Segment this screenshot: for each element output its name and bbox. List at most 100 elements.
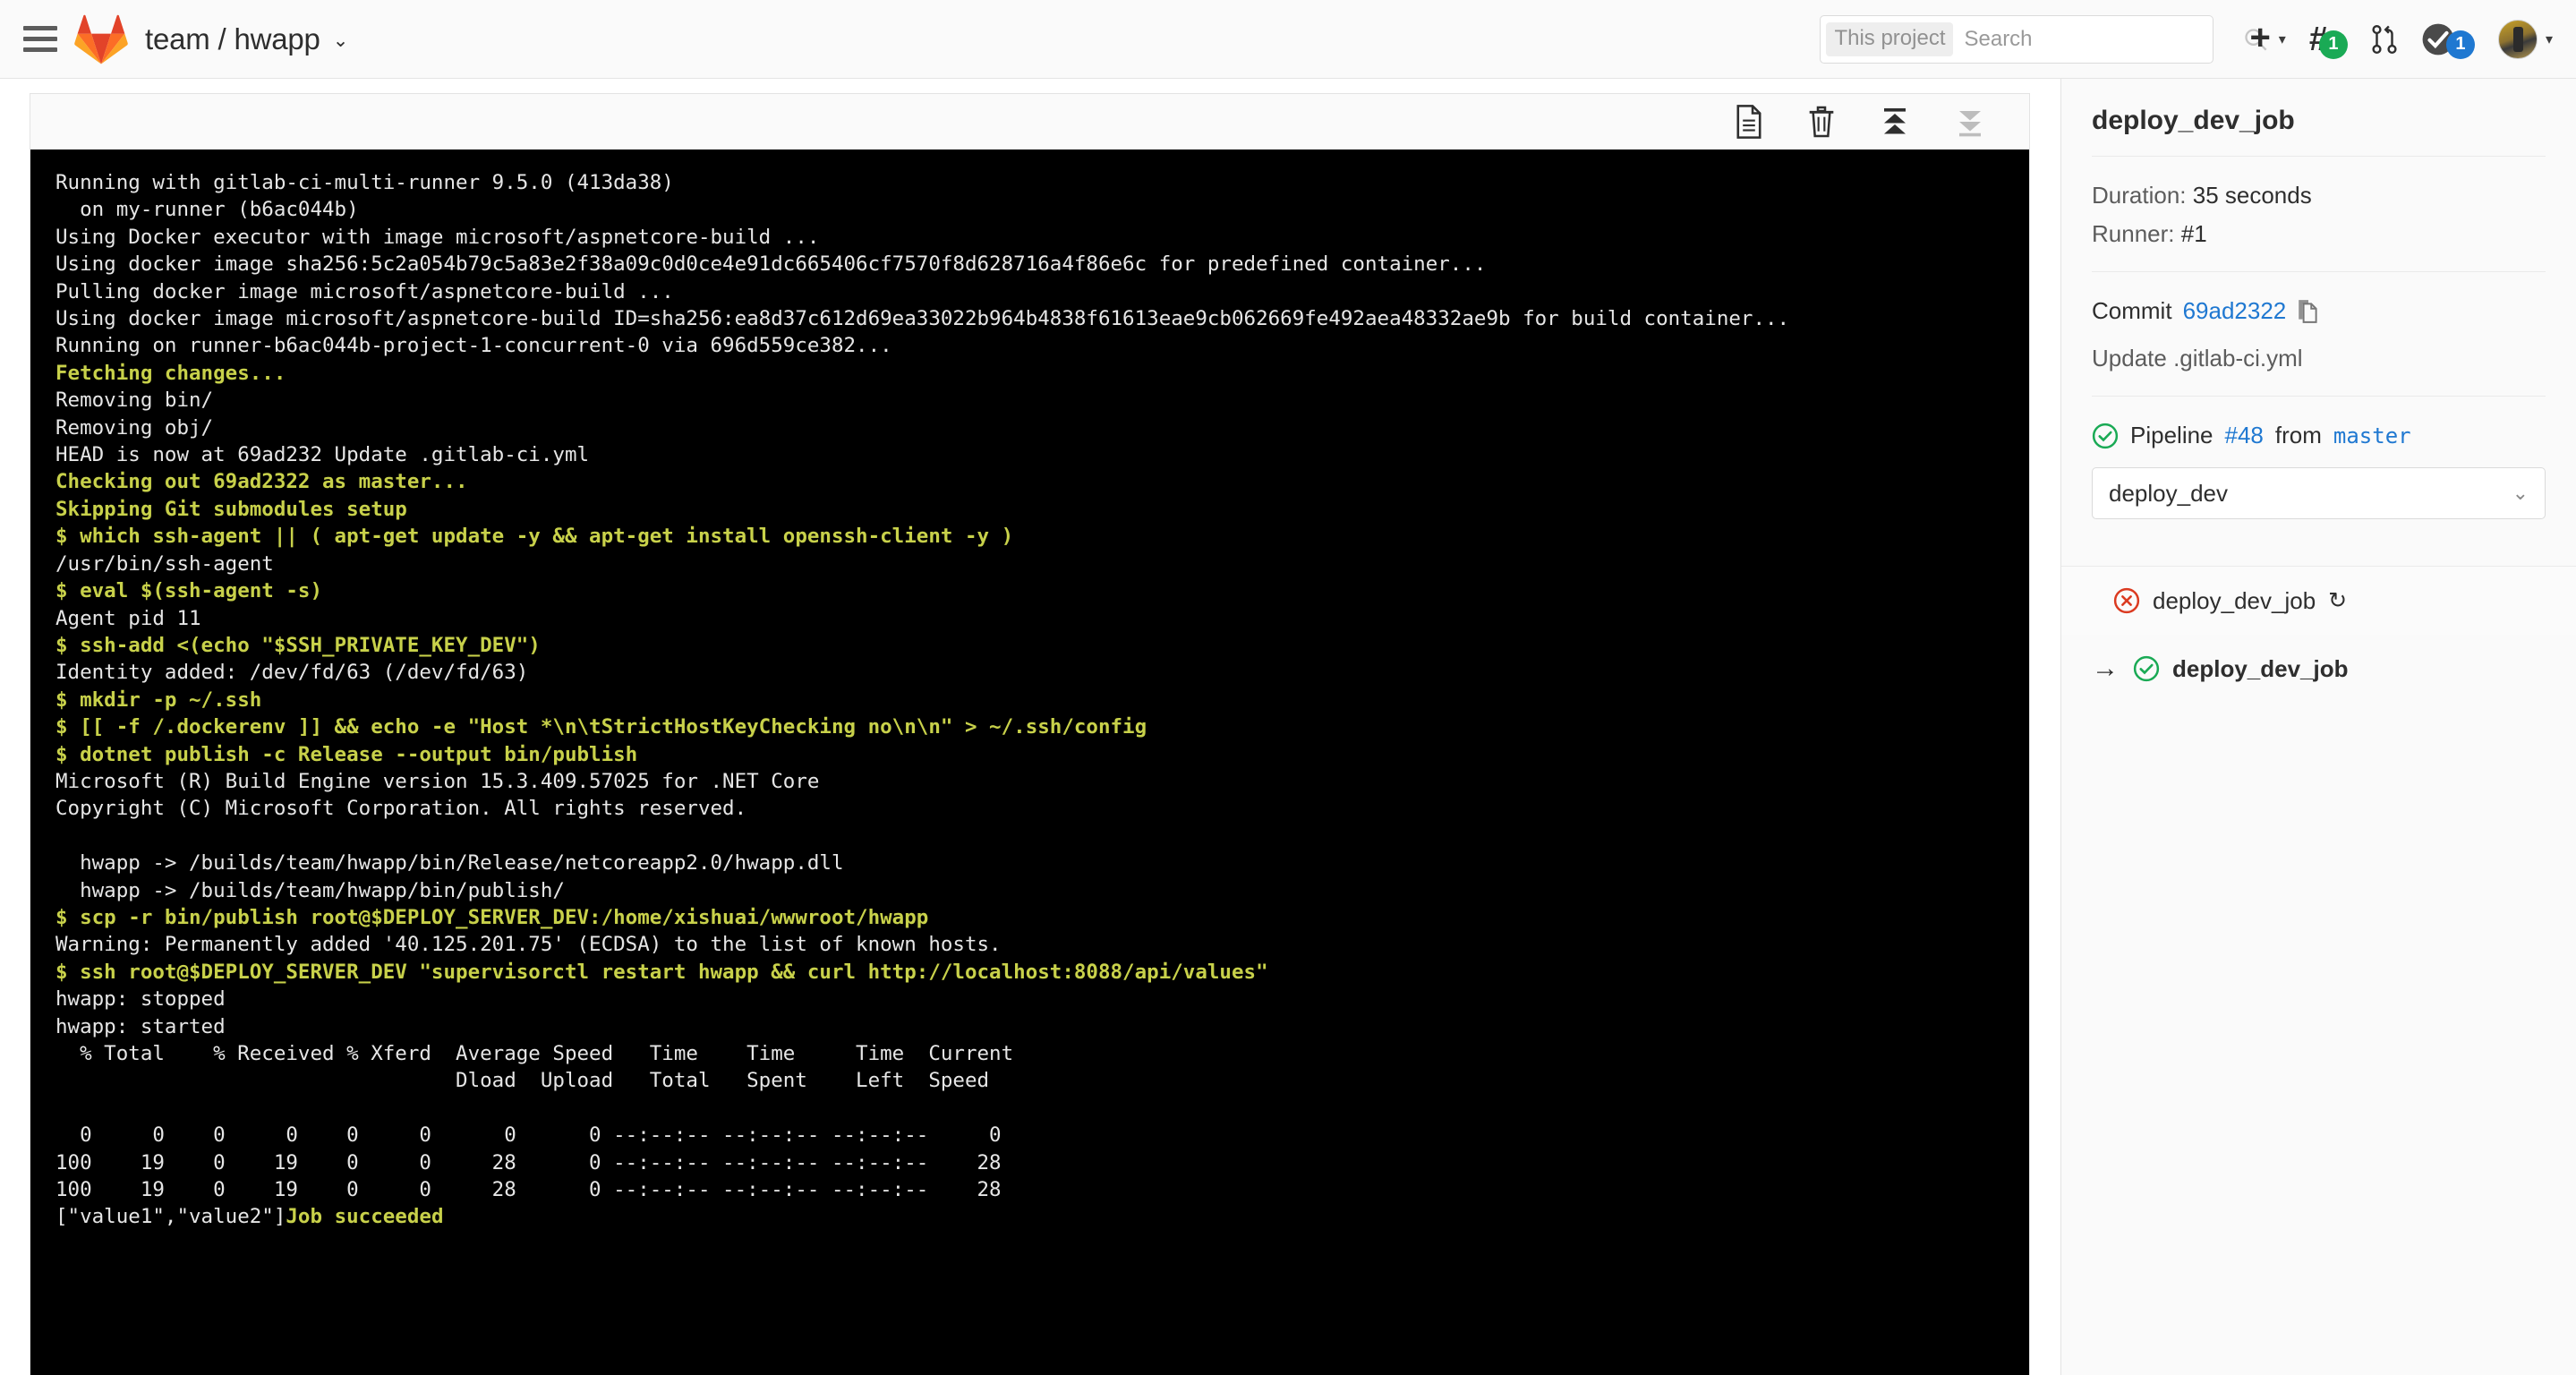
log-line: Warning: Permanently added '40.125.201.7… [55,933,1002,957]
stage-select-value: deploy_dev [2109,479,2228,507]
job-title: deploy_dev_job [2092,106,2295,135]
log-line: hwapp -> /builds/team/hwapp/bin/Release/… [55,851,844,875]
job-list-item[interactable]: → deploy_dev_job [2061,635,2576,703]
log-line: Running on runner-b6ac044b-project-1-con… [55,334,892,358]
log-line: $ eval $(ssh-agent -s) [55,579,323,603]
log-line: 100 19 0 19 0 0 28 0 --:--:-- --:--:-- -… [55,1178,1002,1202]
job-sidebar-inner: deploy_dev_job Duration: 35 seconds Runn… [2061,79,2576,542]
log-line: Removing obj/ [55,415,214,440]
duration-value: 35 seconds [2192,182,2312,209]
pipeline-number-link[interactable]: #48 [2225,422,2264,449]
raw-file-icon[interactable] [1734,105,1764,139]
navbar-right-group: This project + ▾ # 1 [1820,14,2553,64]
current-job-arrow-icon: → [2092,653,2119,683]
scroll-to-bottom-icon[interactable] [1954,106,1986,138]
chevron-down-icon: ▾ [2545,31,2553,47]
log-line: Skipping Git submodules setup [55,497,407,521]
log-line: hwapp: stopped [55,987,226,1012]
todos-button[interactable]: 1 [2421,22,2475,59]
status-success-icon [2133,655,2160,682]
issues-button[interactable]: # 1 [2309,22,2348,59]
log-line: $ ssh-add <(echo "$SSH_PRIVATE_KEY_DEV") [55,633,541,657]
top-navbar: team / hwapp ⌄ This project + ▾ # 1 [0,0,2576,79]
job-list-item-label: deploy_dev_job [2153,586,2316,614]
status-failed-icon [2113,587,2140,614]
log-line: Using docker image sha256:5c2a054b79c5a8… [55,252,1487,277]
retry-icon[interactable]: ↻ [2328,587,2347,614]
hamburger-bar [23,37,57,41]
project-breadcrumb[interactable]: team / hwapp ⌄ [145,22,348,56]
hamburger-icon[interactable] [23,20,63,59]
runner-row: Runner: #1 [2092,220,2546,248]
pipeline-row: Pipeline #48 from master [2092,422,2546,449]
pipeline-ref-link[interactable]: master [2333,423,2411,448]
stage-select[interactable]: deploy_dev ⌄ [2092,467,2546,519]
chevron-down-icon: ⌄ [332,30,349,51]
search-scope-chip[interactable]: This project [1826,21,1954,56]
pipeline-block: Pipeline #48 from master deploy_dev ⌄ [2092,397,2546,542]
log-line: on my-runner (b6ac044b) [55,198,359,222]
job-log-panel: Running with gitlab-ci-multi-runner 9.5.… [30,93,2030,1375]
pipeline-from-label: from [2274,422,2322,448]
log-line: Fetching changes... [55,361,286,385]
hamburger-bar [23,47,57,52]
log-line: Microsoft (R) Build Engine version 15.3.… [55,769,820,793]
log-line: $ scp -r bin/publish root@$DEPLOY_SERVER… [55,905,929,929]
log-line: Dload Upload Total Spent Left Speed [55,1069,990,1093]
log-line: 100 19 0 19 0 0 28 0 --:--:-- --:--:-- -… [55,1150,1002,1174]
runner-value: #1 [2180,220,2207,247]
job-log-toolbar [30,94,2029,149]
stage-jobs-list: deploy_dev_job ↻ → deploy_dev_job [2061,566,2576,703]
job-list-item[interactable]: deploy_dev_job ↻ [2061,567,2576,635]
commit-sha-link[interactable]: 69ad2322 [2183,297,2287,325]
chevron-down-icon: ⌄ [2512,482,2529,504]
merge-request-icon [2372,24,2397,54]
log-line: $ ssh root@$DEPLOY_SERVER_DEV "superviso… [55,960,1268,984]
log-line: Running with gitlab-ci-multi-runner 9.5.… [55,171,674,194]
log-line: Using Docker executor with image microso… [55,225,820,249]
search-box[interactable]: This project [1820,14,2267,64]
log-line: Checking out 69ad2322 as master... [55,470,468,494]
log-line: Copyright (C) Microsoft Corporation. All… [55,797,747,821]
avatar[interactable] [2497,19,2538,59]
job-meta-block: Duration: 35 seconds Runner: #1 [2092,157,2546,271]
log-line: /usr/bin/ssh-agent [55,551,274,576]
log-line: 0 0 0 0 0 0 0 0 --:--:-- --:--:-- --:--:… [55,1123,1002,1148]
copy-icon[interactable] [2297,299,2320,324]
commit-label: Commit [2092,297,2172,324]
job-list-item-label: deploy_dev_job [2172,654,2349,682]
log-line: $ [[ -f /.dockerenv ]] && echo -e "Host … [55,715,1147,739]
log-line: hwapp: started [55,1014,226,1038]
log-line: Using docker image microsoft/aspnetcore-… [55,307,1790,331]
log-line: $ dotnet publish -c Release --output bin… [55,742,638,766]
log-line: Removing bin/ [55,389,214,413]
curl-response-output: ["value1","value2"] [55,1205,286,1229]
gitlab-logo[interactable] [73,13,129,66]
project-path-label: team / hwapp [145,21,320,56]
log-line: Pulling docker image microsoft/aspnetcor… [55,279,674,303]
job-log-column: Running with gitlab-ci-multi-runner 9.5.… [0,79,2060,1375]
user-menu[interactable]: ▾ [2497,19,2553,59]
plus-icon: + [2249,17,2271,57]
trash-icon[interactable] [1807,105,1836,139]
new-item-button[interactable]: + ▾ [2249,17,2285,57]
job-log-terminal[interactable]: Running with gitlab-ci-multi-runner 9.5.… [30,149,2029,1375]
runner-label: Runner: [2092,220,2175,247]
duration-row: Duration: 35 seconds [2092,182,2546,209]
search-input[interactable] [1953,25,2244,53]
hamburger-bar [23,26,57,30]
log-line-final: ["value1","value2"]Job succeeded [55,1203,2029,1230]
scroll-to-top-icon[interactable] [1879,106,1911,138]
commit-message: Update .gitlab-ci.yml [2092,345,2303,372]
log-line: hwapp -> /builds/team/hwapp/bin/publish/ [55,878,565,902]
pipeline-label: Pipeline [2130,422,2213,448]
log-line: $ which ssh-agent || ( apt-get update -y… [55,525,1014,549]
job-sidebar: deploy_dev_job Duration: 35 seconds Runn… [2060,79,2576,1375]
merge-requests-button[interactable] [2371,24,2398,55]
log-line: Identity added: /dev/fd/63 (/dev/fd/63) [55,661,529,685]
log-line: HEAD is now at 69ad232 Update .gitlab-ci… [55,443,590,467]
log-line: % Total % Received % Xferd Average Speed… [55,1042,1014,1065]
log-line: $ mkdir -p ~/.ssh [55,688,262,712]
